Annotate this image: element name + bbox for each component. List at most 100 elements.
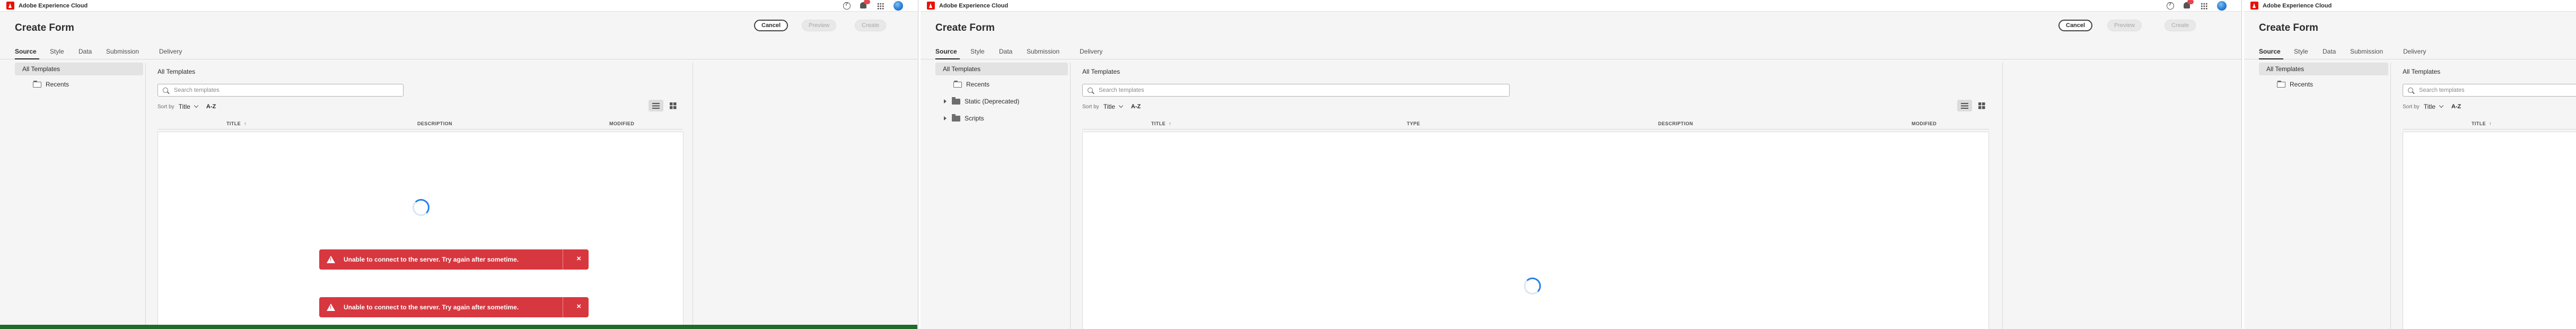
tab-data[interactable]: Data (999, 48, 1012, 55)
close-icon[interactable]: × (576, 254, 581, 263)
page-title: Create Form (935, 22, 995, 33)
cancel-button[interactable]: Cancel (2058, 20, 2093, 31)
grid-view-button[interactable] (665, 100, 680, 111)
left-nav: All Templates Recents Static (Deprecated… (935, 63, 1068, 329)
col-title-label: TITLE (226, 121, 241, 126)
nav-recents[interactable]: Recents (33, 79, 69, 90)
tab-data[interactable]: Data (78, 48, 92, 55)
brand[interactable]: Adobe Experience Cloud (6, 2, 87, 10)
tab-delivery[interactable]: Delivery (1080, 48, 1102, 55)
col-modified[interactable]: MODIFIED (609, 121, 634, 126)
notifications-button[interactable] (860, 0, 870, 10)
create-button[interactable]: Create (2165, 20, 2196, 31)
grid-view-icon (1978, 102, 1985, 109)
col-description[interactable]: DESCRIPTION (417, 121, 452, 126)
nav-recents-label: Recents (2290, 81, 2314, 88)
brand[interactable]: Adobe Experience Cloud (927, 2, 1008, 10)
nav-recents[interactable]: Recents (2277, 79, 2313, 90)
brand[interactable]: Adobe Experience Cloud (2250, 2, 2332, 10)
nav-all-templates[interactable]: All Templates (15, 63, 143, 75)
grid-view-icon (669, 102, 677, 109)
tab-style[interactable]: Style (50, 48, 64, 55)
cancel-button[interactable]: Cancel (754, 20, 788, 31)
table-header: TITLE ↑ TYPE DESCRIPTION MODIFIED (1082, 119, 1989, 129)
sort-select[interactable]: Title (2424, 103, 2435, 110)
tab-submission[interactable]: Submission (106, 48, 139, 55)
apps-grid-icon[interactable] (2201, 2, 2207, 10)
left-nav: All Templates Recents (15, 63, 143, 329)
search-icon (1088, 88, 1093, 93)
tab-selected-indicator (935, 58, 960, 59)
tab-submission[interactable]: Submission (1027, 48, 1059, 55)
avatar[interactable] (893, 1, 903, 11)
search-input[interactable]: Search templates (1082, 84, 1510, 97)
tab-delivery[interactable]: Delivery (2403, 48, 2426, 55)
close-icon[interactable]: × (576, 302, 581, 311)
preview-button[interactable]: Preview (2107, 20, 2142, 31)
notifications-button[interactable] (2184, 0, 2194, 10)
taskbar (0, 325, 917, 329)
nav-all-templates[interactable]: All Templates (935, 63, 1068, 75)
sort-select[interactable]: Title (1103, 103, 1115, 110)
chevron-down-icon[interactable] (1118, 103, 1124, 108)
help-icon[interactable] (2167, 2, 2174, 10)
search-input[interactable]: Search templates (157, 84, 404, 97)
top-icons (2167, 0, 2227, 12)
tab-data[interactable]: Data (2323, 48, 2336, 55)
nav-scripts[interactable]: Scripts (944, 112, 984, 124)
col-title[interactable]: TITLE ↑ (226, 121, 247, 126)
folder-icon (953, 80, 962, 88)
view-toggle (1957, 100, 1989, 111)
breadcrumb: All Templates (2403, 68, 2441, 75)
nav-recents[interactable]: Recents (953, 79, 989, 90)
title-row: Create Form Cancel Preview Create (921, 12, 2241, 34)
tab-selected-indicator (15, 58, 39, 59)
tab-style[interactable]: Style (2294, 48, 2308, 55)
brand-name: Adobe Experience Cloud (19, 2, 88, 9)
chevron-right-icon[interactable] (944, 116, 947, 120)
help-icon[interactable] (843, 2, 851, 10)
preview-button[interactable]: Preview (802, 20, 837, 31)
col-title[interactable]: TITLE ↑ (2472, 121, 2492, 126)
table-body (2403, 132, 2576, 329)
tab-source[interactable]: Source (935, 48, 957, 55)
search-placeholder: Search templates (1099, 87, 1144, 93)
list-view-button[interactable] (1957, 100, 1972, 111)
sort-label: Sort by (157, 103, 174, 110)
col-title[interactable]: TITLE ↑ (1151, 121, 1171, 126)
nav-recents-label: Recents (46, 81, 69, 88)
breadcrumb: All Templates (1082, 68, 1120, 75)
col-modified[interactable]: MODIFIED (1912, 121, 1937, 126)
folder-icon (952, 97, 960, 105)
list-view-button[interactable] (649, 100, 663, 111)
chevron-right-icon[interactable] (944, 99, 947, 103)
nav-all-templates[interactable]: All Templates (2259, 63, 2388, 75)
create-button[interactable]: Create (855, 20, 887, 31)
tab-source[interactable]: Source (15, 48, 37, 55)
folder-icon (2277, 80, 2285, 88)
sort-select[interactable]: Title (179, 103, 190, 110)
avatar[interactable] (2217, 1, 2227, 11)
folder-icon (33, 80, 41, 88)
tab-source[interactable]: Source (2259, 48, 2281, 55)
grid-view-button[interactable] (1974, 100, 1989, 111)
apps-grid-icon[interactable] (877, 2, 884, 10)
panel-2: Adobe Experience Cloud Create Form Cance… (921, 0, 2242, 329)
tab-selected-indicator (2259, 58, 2283, 59)
col-description[interactable]: DESCRIPTION (1658, 121, 1693, 126)
sort-order-button[interactable]: A-Z (206, 103, 216, 110)
chevron-down-icon[interactable] (194, 103, 199, 108)
col-type[interactable]: TYPE (1407, 121, 1420, 126)
chevron-down-icon[interactable] (2439, 103, 2444, 108)
adobe-logo-icon (2250, 2, 2258, 10)
nav-static-label: Static (Deprecated) (965, 98, 1020, 105)
nav-static-deprecated[interactable]: Static (Deprecated) (944, 96, 1019, 107)
sort-order-button[interactable]: A-Z (1131, 103, 1141, 110)
tab-style[interactable]: Style (970, 48, 985, 55)
sort-order-button[interactable]: A-Z (2451, 103, 2461, 110)
tab-delivery[interactable]: Delivery (159, 48, 182, 55)
search-input[interactable]: Search templates (2403, 84, 2576, 97)
sort-row: Sort by Title A-Z (157, 102, 216, 111)
brand-name: Adobe Experience Cloud (2263, 2, 2332, 9)
tab-submission[interactable]: Submission (2350, 48, 2383, 55)
